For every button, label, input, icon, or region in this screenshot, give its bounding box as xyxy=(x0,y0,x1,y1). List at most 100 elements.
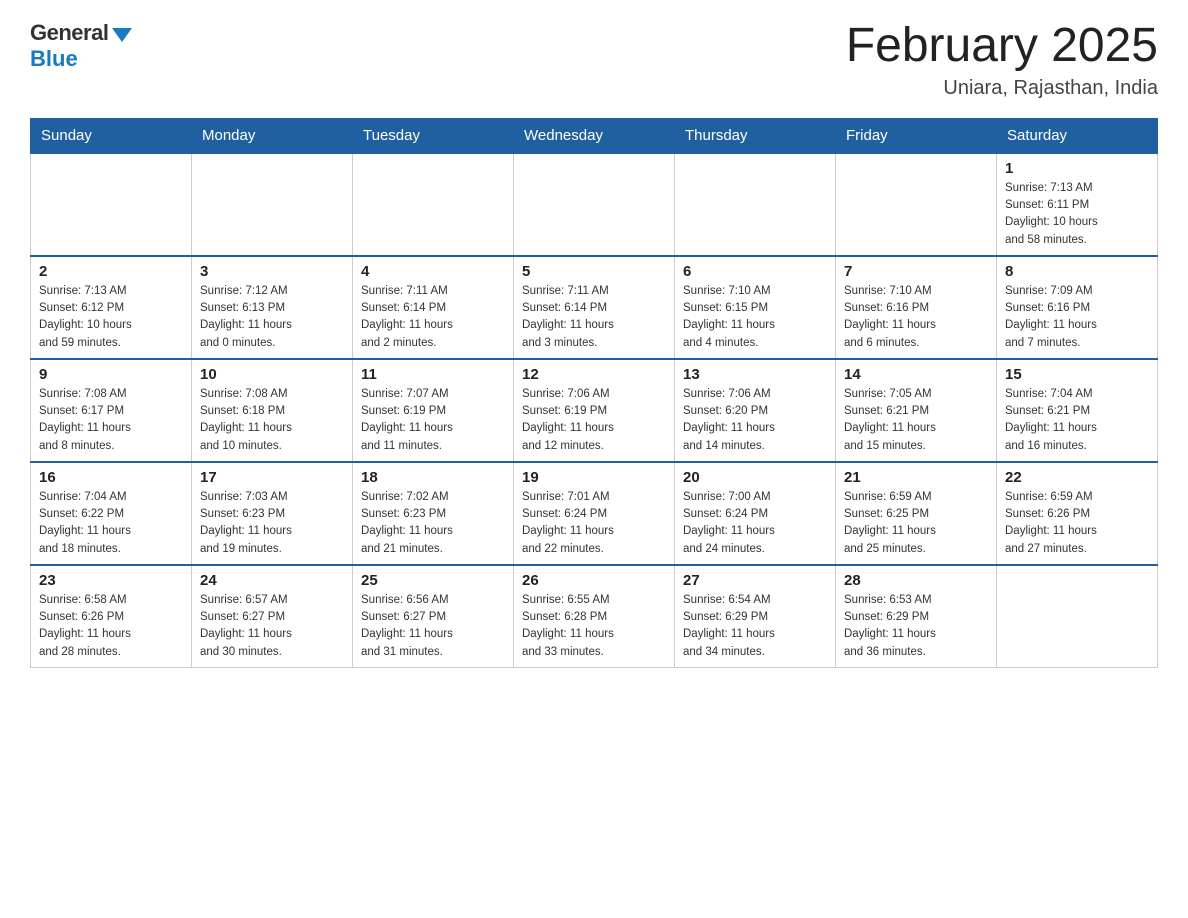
calendar-cell: 10Sunrise: 7:08 AMSunset: 6:18 PMDayligh… xyxy=(192,359,353,462)
calendar-cell: 16Sunrise: 7:04 AMSunset: 6:22 PMDayligh… xyxy=(31,462,192,565)
day-number: 22 xyxy=(1005,469,1149,486)
logo-blue-text: Blue xyxy=(30,46,78,72)
day-info: Sunrise: 7:02 AMSunset: 6:23 PMDaylight:… xyxy=(361,489,505,558)
day-info: Sunrise: 7:08 AMSunset: 6:18 PMDaylight:… xyxy=(200,386,344,455)
day-number: 15 xyxy=(1005,366,1149,383)
day-info: Sunrise: 7:12 AMSunset: 6:13 PMDaylight:… xyxy=(200,283,344,352)
day-number: 19 xyxy=(522,469,666,486)
day-info: Sunrise: 7:05 AMSunset: 6:21 PMDaylight:… xyxy=(844,386,988,455)
day-header-friday: Friday xyxy=(836,118,997,153)
day-header-tuesday: Tuesday xyxy=(353,118,514,153)
calendar-body: 1Sunrise: 7:13 AMSunset: 6:11 PMDaylight… xyxy=(31,153,1158,668)
calendar-cell xyxy=(675,153,836,256)
day-number: 2 xyxy=(39,263,183,280)
day-number: 17 xyxy=(200,469,344,486)
day-number: 11 xyxy=(361,366,505,383)
calendar-cell xyxy=(31,153,192,256)
day-header-saturday: Saturday xyxy=(997,118,1158,153)
day-number: 13 xyxy=(683,366,827,383)
day-info: Sunrise: 7:00 AMSunset: 6:24 PMDaylight:… xyxy=(683,489,827,558)
calendar-cell: 2Sunrise: 7:13 AMSunset: 6:12 PMDaylight… xyxy=(31,256,192,359)
day-info: Sunrise: 7:11 AMSunset: 6:14 PMDaylight:… xyxy=(361,283,505,352)
calendar-cell: 4 Sunrise: 7:11 AMSunset: 6:14 PMDaylight… xyxy=(353,256,514,359)
calendar-cell: 14 Sunrise: 7:05 AMSunset: 6:21 PMDayligh… xyxy=(836,359,997,462)
page-header: General Blue February 2025 Uniara, Rajas… xyxy=(30,20,1158,100)
day-number: 9 xyxy=(39,366,183,383)
week-row-4: 23 Sunrise: 6:58 AMSunset: 6:26 PMDayligh… xyxy=(31,565,1158,668)
title-block: February 2025 Uniara, Rajasthan, India xyxy=(846,20,1158,100)
calendar-cell: 1Sunrise: 7:13 AMSunset: 6:11 PMDaylight… xyxy=(997,153,1158,256)
calendar-cell: 28Sunrise: 6:53 AMSunset: 6:29 PMDayligh… xyxy=(836,565,997,668)
day-info: Sunrise: 6:55 AMSunset: 6:28 PMDaylight:… xyxy=(522,592,666,661)
day-number: 4 xyxy=(361,263,505,280)
calendar-cell xyxy=(997,565,1158,668)
day-number: 1 xyxy=(1005,160,1149,177)
location-text: Uniara, Rajasthan, India xyxy=(846,77,1158,100)
day-info: Sunrise: 6:59 AMSunset: 6:26 PMDaylight:… xyxy=(1005,489,1149,558)
calendar-cell: 5Sunrise: 7:11 AMSunset: 6:14 PMDaylight… xyxy=(514,256,675,359)
calendar-cell: 26 Sunrise: 6:55 AMSunset: 6:28 PMDayligh… xyxy=(514,565,675,668)
logo-general-text: General xyxy=(30,20,108,46)
day-header-row: SundayMondayTuesdayWednesdayThursdayFrid… xyxy=(31,118,1158,153)
day-number: 27 xyxy=(683,572,827,589)
day-number: 5 xyxy=(522,263,666,280)
day-number: 26 xyxy=(522,572,666,589)
calendar-cell: 21 Sunrise: 6:59 AMSunset: 6:25 PMDayligh… xyxy=(836,462,997,565)
calendar-cell: 7 Sunrise: 7:10 AMSunset: 6:16 PMDaylight… xyxy=(836,256,997,359)
calendar-cell: 6 Sunrise: 7:10 AMSunset: 6:15 PMDaylight… xyxy=(675,256,836,359)
day-info: Sunrise: 7:10 AMSunset: 6:15 PMDaylight:… xyxy=(683,283,827,352)
week-row-0: 1Sunrise: 7:13 AMSunset: 6:11 PMDaylight… xyxy=(31,153,1158,256)
calendar-cell: 3Sunrise: 7:12 AMSunset: 6:13 PMDaylight… xyxy=(192,256,353,359)
week-row-3: 16Sunrise: 7:04 AMSunset: 6:22 PMDayligh… xyxy=(31,462,1158,565)
calendar-cell xyxy=(836,153,997,256)
calendar-cell xyxy=(353,153,514,256)
calendar-cell: 9 Sunrise: 7:08 AMSunset: 6:17 PMDaylight… xyxy=(31,359,192,462)
day-number: 12 xyxy=(522,366,666,383)
day-number: 14 xyxy=(844,366,988,383)
week-row-2: 9 Sunrise: 7:08 AMSunset: 6:17 PMDaylight… xyxy=(31,359,1158,462)
day-number: 8 xyxy=(1005,263,1149,280)
day-number: 23 xyxy=(39,572,183,589)
day-number: 6 xyxy=(683,263,827,280)
calendar-cell: 27 Sunrise: 6:54 AMSunset: 6:29 PMDayligh… xyxy=(675,565,836,668)
day-info: Sunrise: 6:54 AMSunset: 6:29 PMDaylight:… xyxy=(683,592,827,661)
day-info: Sunrise: 7:10 AMSunset: 6:16 PMDaylight:… xyxy=(844,283,988,352)
day-info: Sunrise: 7:04 AMSunset: 6:21 PMDaylight:… xyxy=(1005,386,1149,455)
logo: General Blue xyxy=(30,20,132,72)
day-info: Sunrise: 6:58 AMSunset: 6:26 PMDaylight:… xyxy=(39,592,183,661)
day-number: 21 xyxy=(844,469,988,486)
calendar-cell: 20 Sunrise: 7:00 AMSunset: 6:24 PMDayligh… xyxy=(675,462,836,565)
calendar-cell xyxy=(192,153,353,256)
day-info: Sunrise: 6:56 AMSunset: 6:27 PMDaylight:… xyxy=(361,592,505,661)
day-info: Sunrise: 7:08 AMSunset: 6:17 PMDaylight:… xyxy=(39,386,183,455)
calendar-cell: 13 Sunrise: 7:06 AMSunset: 6:20 PMDayligh… xyxy=(675,359,836,462)
day-header-sunday: Sunday xyxy=(31,118,192,153)
day-header-monday: Monday xyxy=(192,118,353,153)
day-info: Sunrise: 6:59 AMSunset: 6:25 PMDaylight:… xyxy=(844,489,988,558)
day-number: 25 xyxy=(361,572,505,589)
day-info: Sunrise: 7:01 AMSunset: 6:24 PMDaylight:… xyxy=(522,489,666,558)
day-info: Sunrise: 6:57 AMSunset: 6:27 PMDaylight:… xyxy=(200,592,344,661)
day-info: Sunrise: 7:03 AMSunset: 6:23 PMDaylight:… xyxy=(200,489,344,558)
month-title: February 2025 xyxy=(846,20,1158,73)
day-info: Sunrise: 7:04 AMSunset: 6:22 PMDaylight:… xyxy=(39,489,183,558)
day-number: 24 xyxy=(200,572,344,589)
week-row-1: 2Sunrise: 7:13 AMSunset: 6:12 PMDaylight… xyxy=(31,256,1158,359)
day-number: 7 xyxy=(844,263,988,280)
calendar-cell: 11 Sunrise: 7:07 AMSunset: 6:19 PMDayligh… xyxy=(353,359,514,462)
day-info: Sunrise: 7:06 AMSunset: 6:20 PMDaylight:… xyxy=(683,386,827,455)
calendar-cell: 17 Sunrise: 7:03 AMSunset: 6:23 PMDayligh… xyxy=(192,462,353,565)
calendar-cell: 8 Sunrise: 7:09 AMSunset: 6:16 PMDaylight… xyxy=(997,256,1158,359)
day-number: 18 xyxy=(361,469,505,486)
calendar-header: SundayMondayTuesdayWednesdayThursdayFrid… xyxy=(31,118,1158,153)
calendar-cell: 22 Sunrise: 6:59 AMSunset: 6:26 PMDayligh… xyxy=(997,462,1158,565)
day-number: 20 xyxy=(683,469,827,486)
day-info: Sunrise: 7:09 AMSunset: 6:16 PMDaylight:… xyxy=(1005,283,1149,352)
calendar-cell: 25 Sunrise: 6:56 AMSunset: 6:27 PMDayligh… xyxy=(353,565,514,668)
day-info: Sunrise: 7:06 AMSunset: 6:19 PMDaylight:… xyxy=(522,386,666,455)
logo-triangle-icon xyxy=(112,28,132,42)
calendar-cell: 12 Sunrise: 7:06 AMSunset: 6:19 PMDayligh… xyxy=(514,359,675,462)
day-number: 28 xyxy=(844,572,988,589)
calendar-cell: 23 Sunrise: 6:58 AMSunset: 6:26 PMDayligh… xyxy=(31,565,192,668)
day-info: Sunrise: 7:07 AMSunset: 6:19 PMDaylight:… xyxy=(361,386,505,455)
